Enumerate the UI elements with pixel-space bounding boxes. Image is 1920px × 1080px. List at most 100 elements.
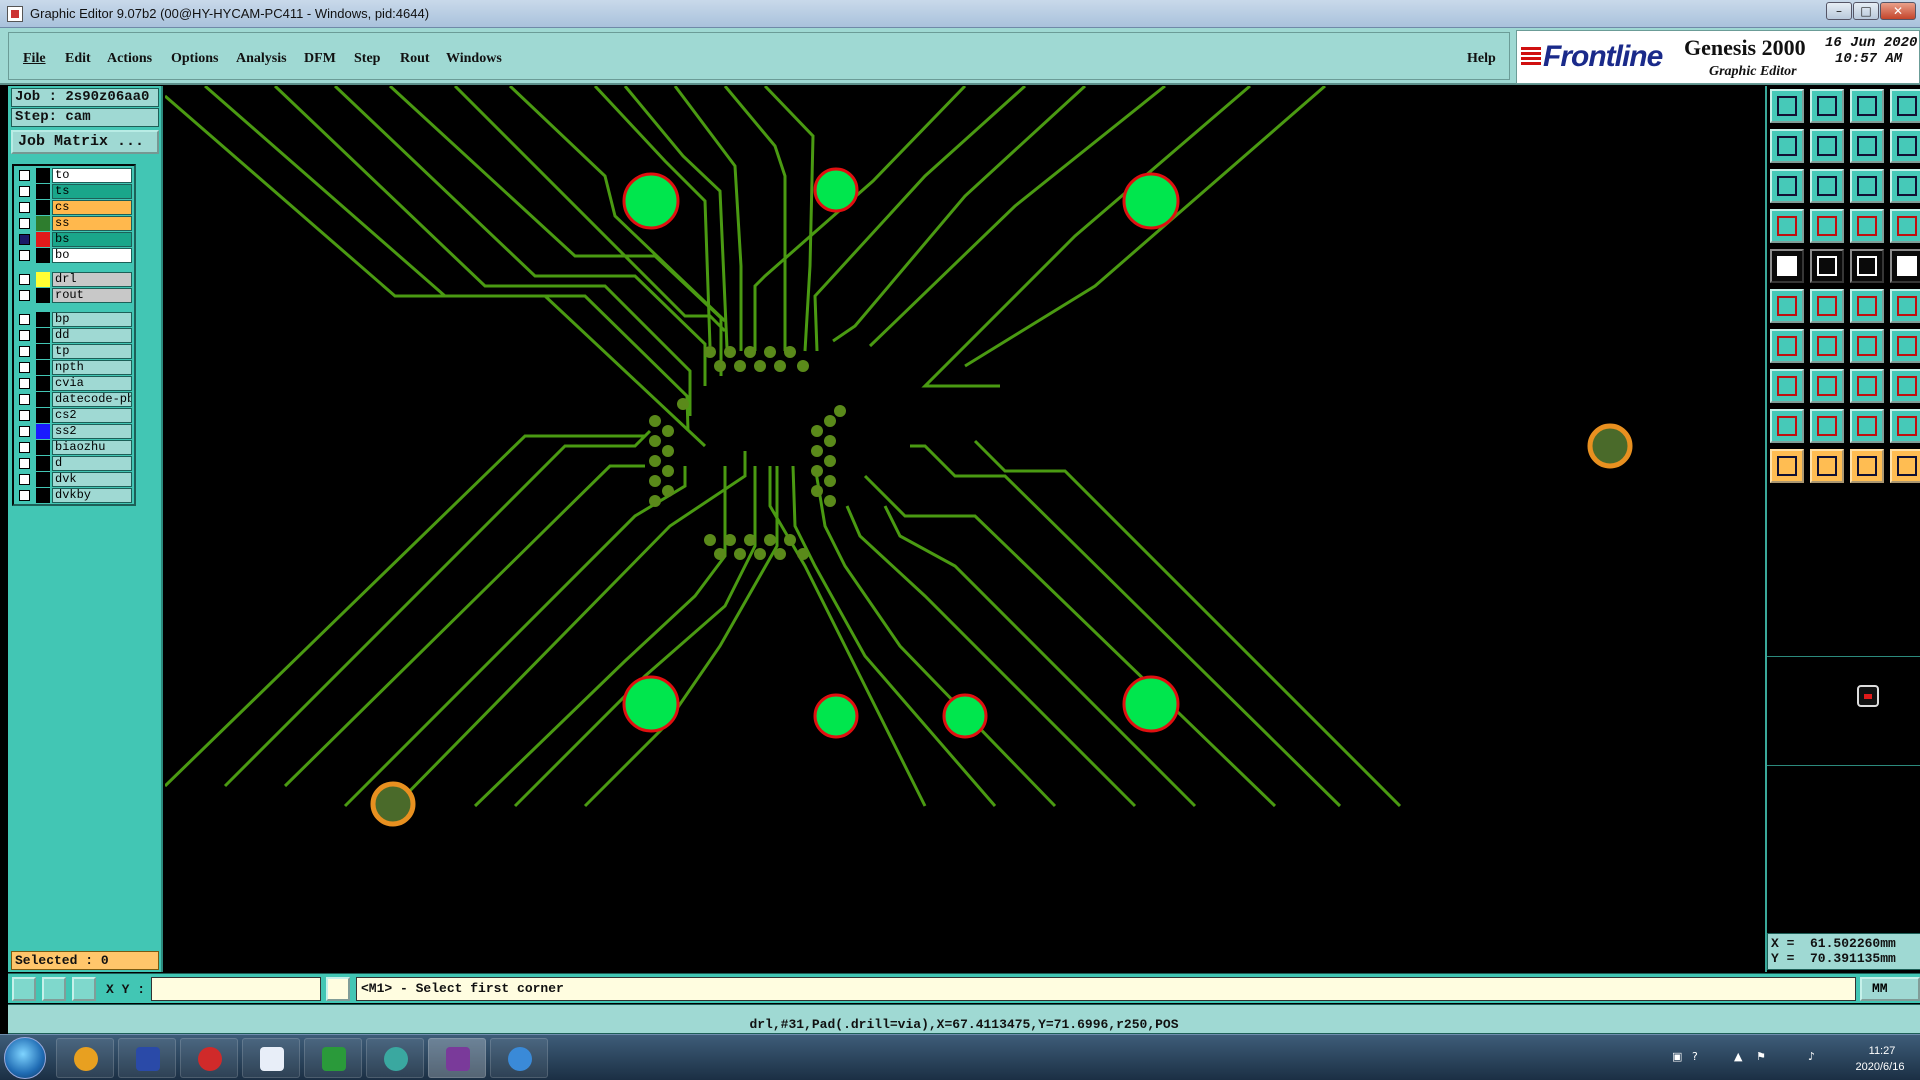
ic-pad[interactable] (797, 360, 809, 372)
layer-name[interactable]: cs (52, 200, 132, 215)
arc-icon[interactable] (1850, 329, 1884, 363)
ic-pad[interactable] (754, 548, 766, 560)
xy-input[interactable] (151, 977, 321, 1001)
pointer3-icon[interactable] (1850, 449, 1884, 483)
menu-options[interactable]: Options (171, 51, 218, 67)
menu-file[interactable]: File (23, 51, 46, 67)
layer-checkbox[interactable] (19, 458, 30, 469)
ic-pad[interactable] (824, 475, 836, 487)
ic-pad[interactable] (744, 346, 756, 358)
via-pad[interactable] (942, 693, 988, 739)
job-matrix-button[interactable]: Job Matrix ... (11, 130, 159, 154)
layer-checkbox[interactable] (19, 290, 30, 301)
taskbar-app-bird[interactable] (490, 1038, 548, 1078)
square-icon[interactable] (1890, 369, 1920, 403)
taskbar-app-eye[interactable] (366, 1038, 424, 1078)
probe-icon[interactable] (1810, 209, 1844, 243)
tri2-icon[interactable] (1810, 409, 1844, 443)
ic-pad[interactable] (824, 455, 836, 467)
layer-checkbox[interactable] (19, 378, 30, 389)
ic-pad[interactable] (649, 475, 661, 487)
ic-pad[interactable] (774, 360, 786, 372)
ic-pad[interactable] (811, 485, 823, 497)
minimize-button[interactable]: – (1826, 2, 1852, 20)
menu-analysis[interactable]: Analysis (236, 51, 287, 67)
grid-icon[interactable] (72, 977, 96, 1001)
home-icon[interactable] (1850, 89, 1884, 123)
layer-name[interactable]: tp (52, 344, 132, 359)
layer-checkbox[interactable] (19, 170, 30, 181)
layer-row-ss[interactable]: ss (18, 216, 132, 231)
pointer-icon[interactable] (1770, 449, 1804, 483)
ic-pad[interactable] (824, 495, 836, 507)
layer-row-to[interactable]: ⸙to (18, 168, 132, 183)
node-icon[interactable] (1770, 289, 1804, 323)
layer-row-cs2[interactable]: cs2 (18, 408, 132, 423)
shape-icon[interactable] (1810, 249, 1844, 283)
text-cursor-icon[interactable] (326, 977, 350, 1001)
ic-pad[interactable] (824, 415, 836, 427)
pad-icon[interactable] (1770, 369, 1804, 403)
taskbar-app-genesis[interactable] (428, 1038, 486, 1078)
taskbar-app-doc[interactable] (242, 1038, 300, 1078)
swap-icon[interactable] (1850, 129, 1884, 163)
layer-name[interactable]: d (52, 456, 132, 471)
layer-checkbox[interactable] (19, 274, 30, 285)
layer-row-dd[interactable]: ⸙dd (18, 328, 132, 343)
layout-icon[interactable] (1890, 89, 1920, 123)
ic-pad[interactable] (704, 346, 716, 358)
via-pad[interactable] (813, 167, 859, 213)
layer-checkbox[interactable] (19, 202, 30, 213)
ic-pad[interactable] (704, 534, 716, 546)
layer-name[interactable]: ss (52, 216, 132, 231)
ic-pad[interactable] (824, 435, 836, 447)
clock-date[interactable]: 2020/6/16 (1840, 1061, 1920, 1073)
layer-row-bo[interactable]: bo (18, 248, 132, 263)
layer-row-rout[interactable]: rout (18, 288, 132, 303)
layer-checkbox[interactable] (19, 410, 30, 421)
line-icon[interactable] (1850, 289, 1884, 323)
tri-icon[interactable] (1770, 409, 1804, 443)
layer-name[interactable]: ts (52, 184, 132, 199)
taskbar-app-shell[interactable] (56, 1038, 114, 1078)
ic-pad[interactable] (834, 405, 846, 417)
ic-pad[interactable] (797, 548, 809, 560)
layer-name[interactable]: cvia (52, 376, 132, 391)
layer-row-dvk[interactable]: dvk (18, 472, 132, 487)
taskbar-app-save[interactable] (118, 1038, 176, 1078)
mini-view-icon[interactable] (1857, 685, 1879, 707)
ic-pad[interactable] (764, 534, 776, 546)
menu-actions[interactable]: Actions (107, 51, 152, 67)
circle-tool-icon[interactable] (1770, 249, 1804, 283)
layer-name[interactable]: bs (52, 232, 132, 247)
layer-checkbox[interactable] (19, 346, 30, 357)
split-icon[interactable] (1890, 329, 1920, 363)
taskbar-app-green[interactable] (304, 1038, 362, 1078)
menu-edit[interactable]: Edit (65, 51, 91, 67)
tri4-icon[interactable] (1890, 409, 1920, 443)
layer-row-bs[interactable]: ▪bs (18, 232, 132, 247)
clock-time[interactable]: 11:27 (1852, 1045, 1912, 1057)
layer-name[interactable]: dd (52, 328, 132, 343)
layer-row-cvia[interactable]: cvia (18, 376, 132, 391)
zoom-right-icon[interactable] (1810, 129, 1844, 163)
link-icon[interactable] (1890, 289, 1920, 323)
layer-name[interactable]: drl (52, 272, 132, 287)
tray-volume-icon[interactable]: ♪ (1808, 1050, 1822, 1064)
layer-name[interactable]: npth (52, 360, 132, 375)
ic-pad[interactable] (811, 465, 823, 477)
ic-pad[interactable] (724, 346, 736, 358)
ic-pad[interactable] (714, 360, 726, 372)
pan-icon[interactable] (1810, 169, 1844, 203)
ic-pad[interactable] (649, 415, 661, 427)
layer-checkbox[interactable] (19, 218, 30, 229)
zoom-left-icon[interactable] (1770, 129, 1804, 163)
ic-pad[interactable] (662, 445, 674, 457)
ic-pad[interactable] (774, 548, 786, 560)
layer-row-datecode-pb[interactable]: datecode-pb (18, 392, 132, 407)
via-pad[interactable] (1122, 675, 1180, 733)
mounting-hole[interactable] (370, 781, 416, 827)
units-button[interactable]: MM (1860, 977, 1920, 1001)
pcb-view[interactable] (165, 86, 1763, 972)
snap-icon[interactable] (12, 977, 36, 1001)
